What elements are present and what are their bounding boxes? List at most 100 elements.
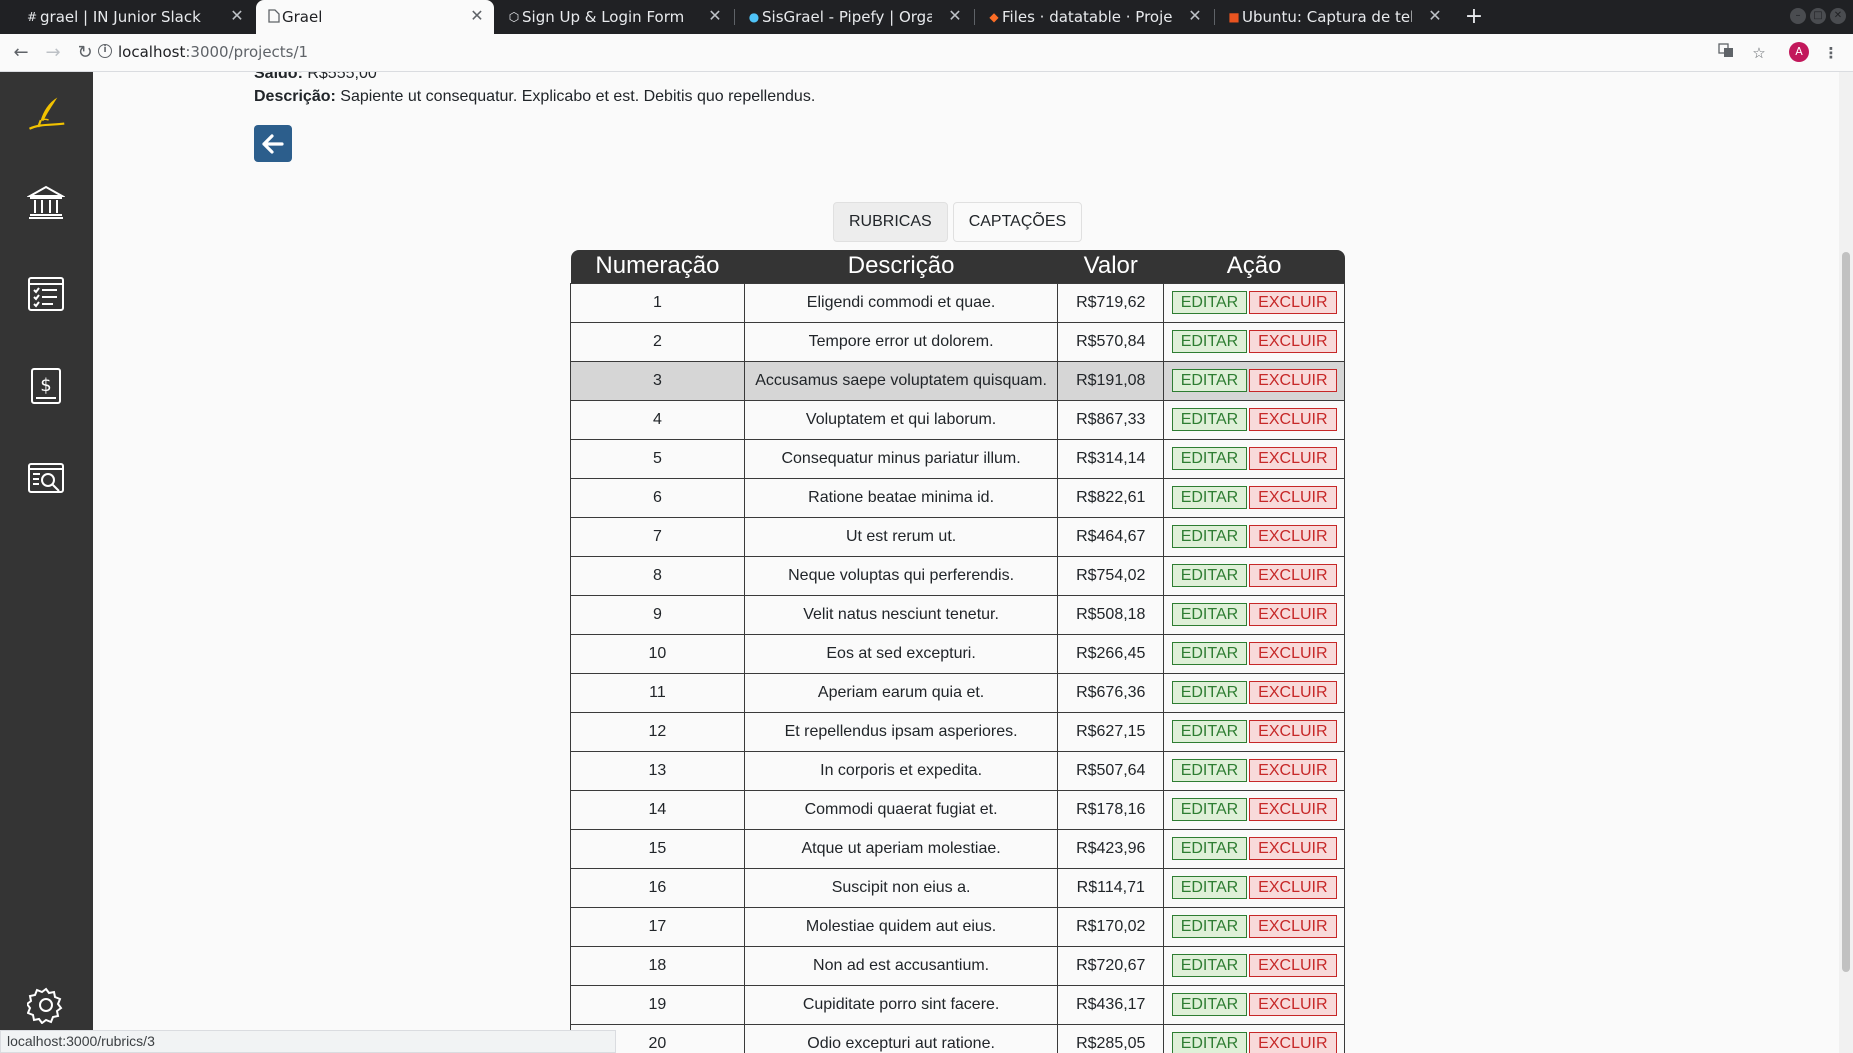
forward-nav-icon[interactable]: → [41,41,65,65]
close-icon[interactable]: ✕ [468,7,486,25]
edit-button[interactable]: EDITAR [1171,330,1248,353]
delete-button[interactable]: EXCLUIR [1249,603,1337,626]
reload-icon[interactable]: ↻ [73,41,97,65]
delete-button[interactable]: EXCLUIR [1249,291,1337,314]
table-row[interactable]: 20 Odio excepturi aut ratione. R$285,05 EDI… [570,1023,1345,1053]
delete-button[interactable]: EXCLUIR [1249,759,1337,782]
quill-logo-icon[interactable] [26,94,66,134]
report-search-icon[interactable] [26,458,66,498]
maximize-window-button[interactable]: □ [1810,8,1826,24]
bookmark-star-icon[interactable]: ☆ [1748,42,1770,64]
address-bar[interactable]: localhost:3000/projects/1 [118,43,308,61]
checklist-icon[interactable] [26,274,66,314]
edit-button[interactable]: EDITAR [1171,642,1248,665]
edit-button[interactable]: EDITAR [1171,759,1248,782]
edit-button[interactable]: EDITAR [1171,564,1248,587]
delete-button[interactable]: EXCLUIR [1249,408,1337,431]
tab-captacoes[interactable]: CAPTAÇÕES [952,202,1083,242]
delete-button[interactable]: EXCLUIR [1249,681,1337,704]
table-row[interactable]: 19 Cupiditate porro sint facere. R$436,17 E… [570,984,1345,1025]
table-row[interactable]: 4 Voluptatem et qui laborum. R$867,33 EDITA… [570,399,1345,440]
delete-button[interactable]: EXCLUIR [1249,525,1337,548]
edit-button[interactable]: EDITAR [1171,1032,1248,1053]
table-row[interactable]: 16 Suscipit non eius a. R$114,71 EDITAR EXCL… [570,867,1345,908]
close-icon[interactable]: ✕ [228,7,246,25]
edit-button[interactable]: EDITAR [1171,603,1248,626]
gear-icon[interactable] [26,985,66,1025]
close-icon[interactable]: ✕ [1426,7,1444,25]
bank-icon[interactable] [26,182,66,222]
cell-acao: EDITAR EXCLUIR [1163,477,1345,518]
table-row[interactable]: 1 Eligendi commodi et quae. R$719,62 EDITAR… [570,282,1345,323]
close-icon[interactable]: ✕ [946,7,964,25]
tab-separator [974,9,975,25]
table-row[interactable]: 11 Aperiam earum quia et. R$676,36 EDITAR EX… [570,672,1345,713]
delete-button[interactable]: EXCLUIR [1249,993,1337,1016]
table-row[interactable]: 8 Neque voluptas qui perferendis. R$754,02… [570,555,1345,596]
edit-button[interactable]: EDITAR [1171,369,1248,392]
table-row[interactable]: 5 Consequatur minus pariatur illum. R$314,… [570,438,1345,479]
edit-button[interactable]: EDITAR [1171,837,1248,860]
edit-button[interactable]: EDITAR [1171,954,1248,977]
edit-button[interactable]: EDITAR [1171,798,1248,821]
cell-numeracao: 16 [570,867,745,908]
browser-tab-slack[interactable]: # grael | IN Junior Slack ✕ [14,0,254,34]
page-scrollbar[interactable] [1839,72,1853,1053]
profile-avatar[interactable]: A [1789,42,1809,62]
edit-button[interactable]: EDITAR [1171,993,1248,1016]
site-info-icon[interactable]: i [98,44,112,58]
delete-button[interactable]: EXCLUIR [1249,486,1337,509]
delete-button[interactable]: EXCLUIR [1249,876,1337,899]
delete-button[interactable]: EXCLUIR [1249,369,1337,392]
edit-button[interactable]: EDITAR [1171,447,1248,470]
edit-button[interactable]: EDITAR [1171,291,1248,314]
table-row[interactable]: 17 Molestiae quidem aut eius. R$170,02 EDIT… [570,906,1345,947]
edit-button[interactable]: EDITAR [1171,408,1248,431]
browser-tab-pipefy[interactable]: ● SisGrael - Pipefy | Organiz ✕ [736,0,972,34]
table-row[interactable]: 10 Eos at sed excepturi. R$266,45 EDITAR EXC… [570,633,1345,674]
table-row[interactable]: 2 Tempore error ut dolorem. R$570,84 EDITAR… [570,321,1345,362]
delete-button[interactable]: EXCLUIR [1249,447,1337,470]
close-window-button[interactable]: ✕ [1830,8,1846,24]
edit-button[interactable]: EDITAR [1171,876,1248,899]
back-button[interactable] [254,125,292,162]
table-row[interactable]: 15 Atque ut aperiam molestiae. R$423,96 EDI… [570,828,1345,869]
table-row[interactable]: 14 Commodi quaerat fugiat et. R$178,16 EDIT… [570,789,1345,830]
new-tab-button[interactable]: + [1460,3,1488,31]
delete-button[interactable]: EXCLUIR [1249,330,1337,353]
edit-button[interactable]: EDITAR [1171,525,1248,548]
edit-button[interactable]: EDITAR [1171,486,1248,509]
minimize-window-button[interactable]: – [1790,8,1806,24]
browser-menu-icon[interactable]: ⋮ [1820,42,1842,64]
delete-button[interactable]: EXCLUIR [1249,564,1337,587]
table-row[interactable]: 13 In corporis et expedita. R$507,64 EDITAR… [570,750,1345,791]
delete-button[interactable]: EXCLUIR [1249,954,1337,977]
delete-button[interactable]: EXCLUIR [1249,915,1337,938]
browser-tab-ubuntu[interactable]: ■ Ubuntu: Captura de tela ✕ [1216,0,1452,34]
table-row[interactable]: 7 Ut est rerum ut. R$464,67 EDITAR EXCLUIR [570,516,1345,557]
delete-button[interactable]: EXCLUIR [1249,720,1337,743]
table-row[interactable]: 12 Et repellendus ipsam asperiores. R$627,… [570,711,1345,752]
edit-button[interactable]: EDITAR [1171,720,1248,743]
back-nav-icon[interactable]: ← [9,41,33,65]
browser-tab-gitlab[interactable]: ◆ Files · datatable · Projetos ✕ [976,0,1212,34]
translate-icon[interactable] [1715,42,1737,64]
edit-button[interactable]: EDITAR [1171,681,1248,704]
delete-button[interactable]: EXCLUIR [1249,798,1337,821]
close-icon[interactable]: ✕ [706,7,724,25]
cell-numeracao: 14 [570,789,745,830]
browser-tab-grael[interactable]: Grael ✕ [256,0,494,34]
table-row[interactable]: 9 Velit natus nesciunt tenetur. R$508,18 ED… [570,594,1345,635]
tab-rubricas[interactable]: RUBRICAS [833,202,948,242]
scrollbar-thumb[interactable] [1842,252,1850,972]
delete-button[interactable]: EXCLUIR [1249,1032,1337,1053]
table-row[interactable]: 18 Non ad est accusantium. R$720,67 EDITAR E… [570,945,1345,986]
delete-button[interactable]: EXCLUIR [1249,642,1337,665]
close-icon[interactable]: ✕ [1186,7,1204,25]
delete-button[interactable]: EXCLUIR [1249,837,1337,860]
money-document-icon[interactable]: $ [26,366,66,406]
edit-button[interactable]: EDITAR [1171,915,1248,938]
browser-tab-signup[interactable]: ⬡ Sign Up & Login Form ✕ [496,0,732,34]
table-row[interactable]: 6 Ratione beatae minima id. R$822,61 EDITAR… [570,477,1345,518]
table-row[interactable]: 3 Accusamus saepe voluptatem quisquam. R$1… [570,360,1345,401]
